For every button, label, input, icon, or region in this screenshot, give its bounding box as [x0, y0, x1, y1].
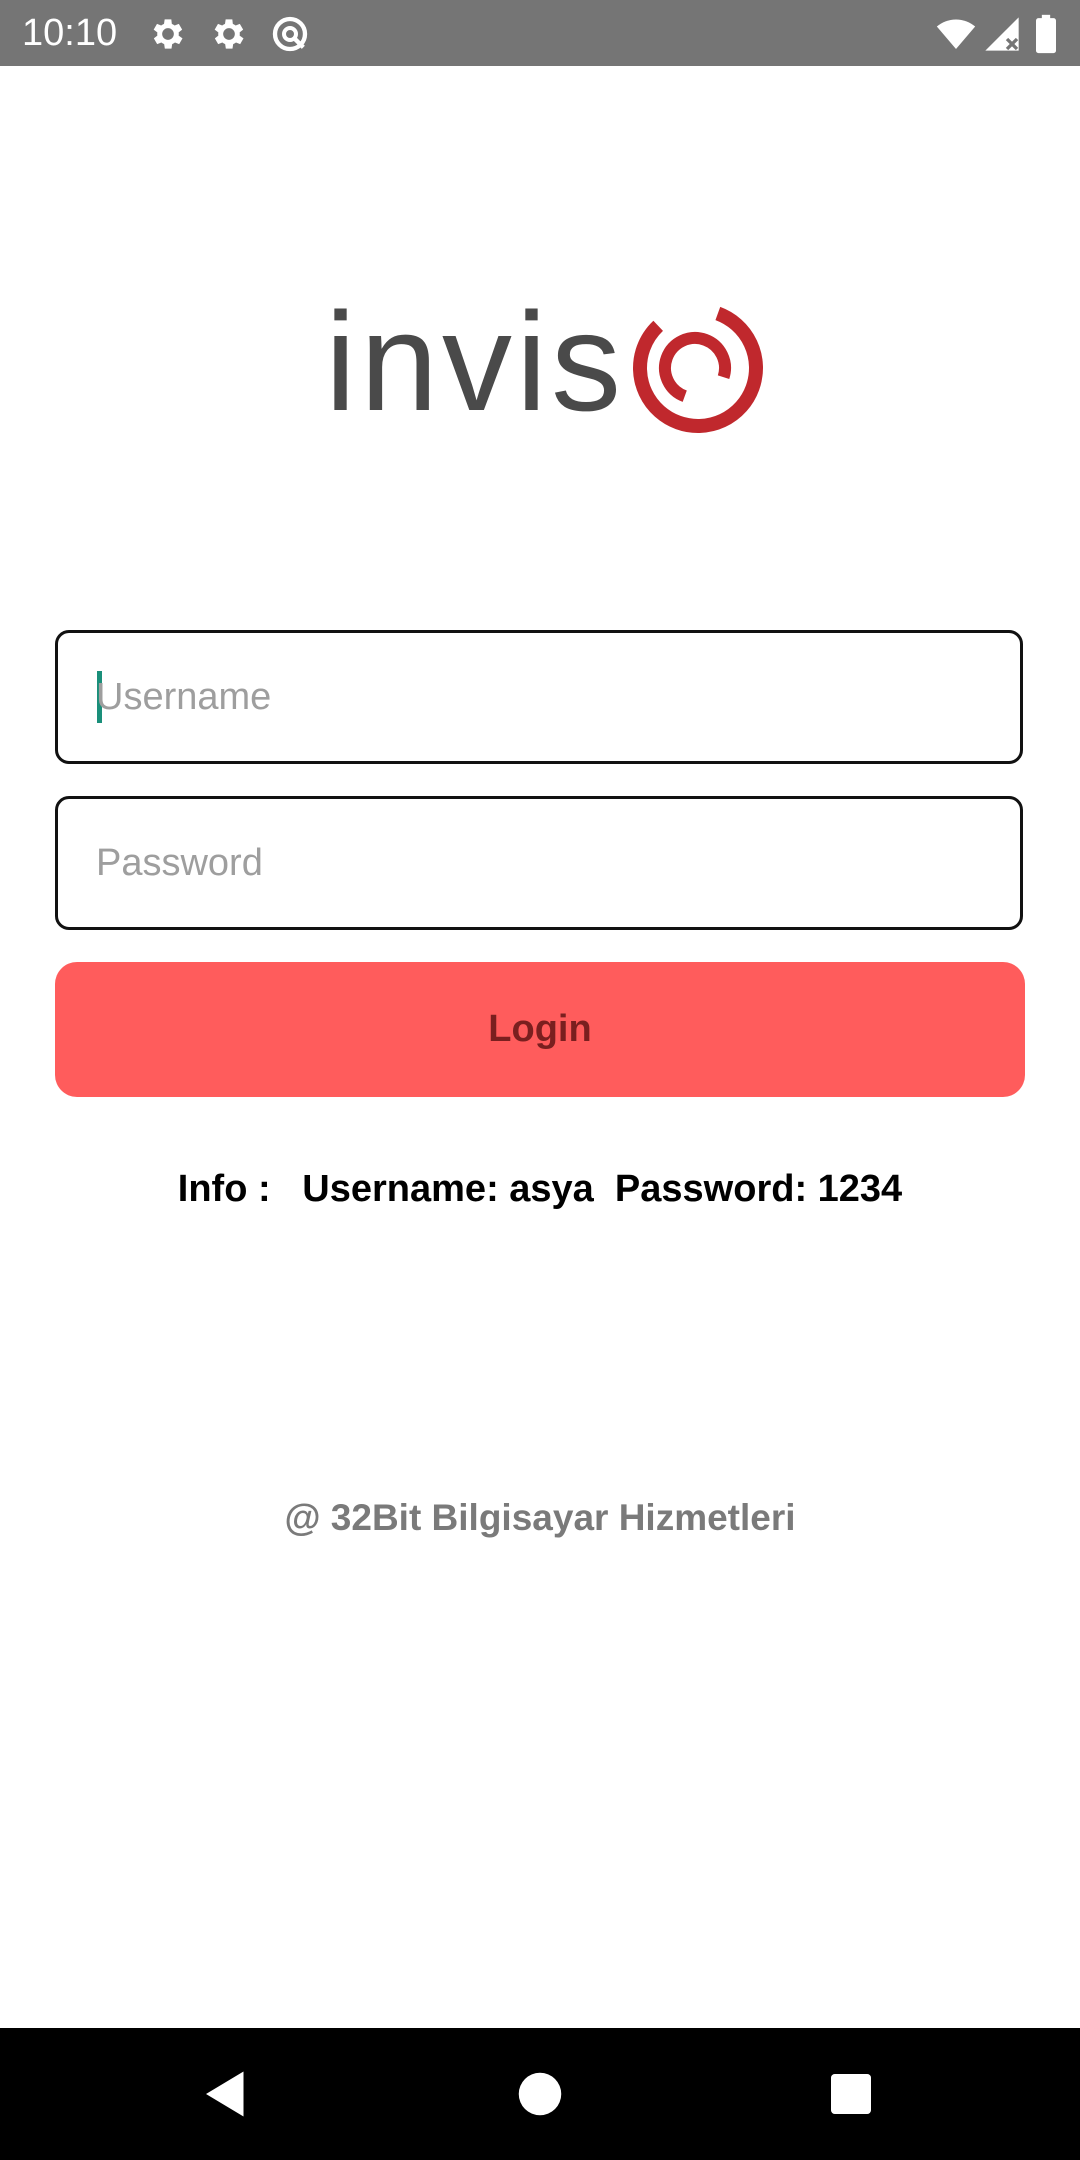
battery-icon: [1034, 14, 1060, 54]
login-screen: 10:10 invis Username Login Info: Userna…: [0, 0, 1080, 2160]
username-input[interactable]: [96, 633, 976, 761]
home-icon[interactable]: [510, 2064, 570, 2124]
password-input[interactable]: [96, 799, 976, 927]
status-time: 10:10: [22, 12, 118, 54]
login-info-text: Info : Username: asya Password: 1234: [177, 1168, 903, 1210]
navigation-bar: [0, 2028, 1080, 2160]
signal-icon: [982, 14, 1022, 54]
username-field[interactable]: [55, 630, 1023, 764]
login-button[interactable]: Login: [55, 962, 1025, 1097]
password-field[interactable]: [55, 796, 1023, 930]
status-bar: 10:10: [0, 0, 1080, 66]
logo-text: invis: [325, 283, 625, 440]
at-sign-icon: [270, 14, 310, 54]
logo-ring-icon: [633, 302, 763, 433]
app-logo: invis: [0, 270, 1080, 450]
wifi-icon: [934, 14, 978, 54]
settings-icon: [209, 14, 249, 54]
recents-icon[interactable]: [821, 2064, 881, 2124]
copyright-text: @ 32Bit Bilgisayar Hizmetleri: [284, 1497, 796, 1538]
back-icon[interactable]: [196, 2064, 256, 2124]
settings-icon: [148, 14, 188, 54]
